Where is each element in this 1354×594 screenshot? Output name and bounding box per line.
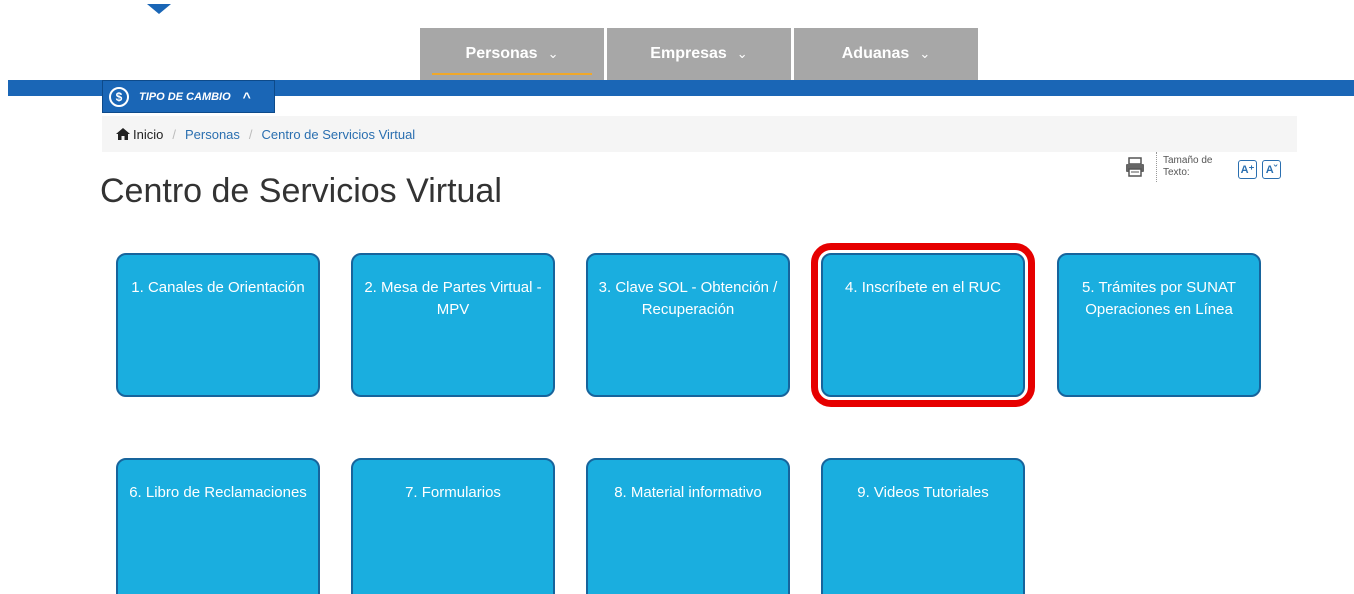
home-icon: [116, 128, 130, 140]
tab-personas[interactable]: Personas ⌄: [420, 28, 604, 80]
breadcrumb-personas-link[interactable]: Personas: [185, 127, 240, 142]
card-libro-reclamaciones[interactable]: 6. Libro de Reclamaciones: [116, 458, 320, 594]
card-tramites-sunat[interactable]: 5. Trámites por SUNAT Operaciones en Lín…: [1057, 253, 1261, 397]
tab-label: Aduanas: [841, 45, 910, 62]
chevron-down-icon[interactable]: [147, 4, 171, 14]
breadcrumb: Inicio / Personas / Centro de Servicios …: [102, 116, 1297, 152]
chevron-up-icon: ^: [242, 88, 251, 105]
tab-aduanas[interactable]: Aduanas ⌄: [794, 28, 978, 80]
chevron-down-icon: ⌄: [736, 46, 748, 61]
tab-label: Personas: [465, 45, 538, 62]
card-inscribete-ruc[interactable]: 4. Inscríbete en el RUC: [811, 243, 1035, 407]
print-icon[interactable]: [1124, 156, 1146, 178]
breadcrumb-separator: /: [248, 126, 253, 142]
card-canales-orientacion[interactable]: 1. Canales de Orientación: [116, 253, 320, 397]
main-nav: Personas ⌄ Empresas ⌄ Aduanas ⌄: [420, 28, 978, 80]
card-formularios[interactable]: 7. Formularios: [351, 458, 555, 594]
breadcrumb-current-link[interactable]: Centro de Servicios Virtual: [262, 127, 416, 142]
card-clave-sol[interactable]: 3. Clave SOL - Obtención / Recuperación: [586, 253, 790, 397]
card-material-informativo[interactable]: 8. Material informativo: [586, 458, 790, 594]
chevron-down-icon: ⌄: [919, 46, 931, 61]
tab-empresas[interactable]: Empresas ⌄: [607, 28, 791, 80]
tipo-de-cambio-toggle[interactable]: $ TIPO DE CAMBIO ^: [102, 80, 275, 113]
card-videos-tutoriales[interactable]: 9. Videos Tutoriales: [821, 458, 1025, 594]
decrease-text-button[interactable]: Aˇ: [1262, 160, 1281, 179]
increase-text-button[interactable]: A⁺: [1238, 160, 1257, 179]
tipo-de-cambio-label: TIPO DE CAMBIO: [139, 90, 231, 103]
page-tools: Tamaño de Texto: A⁺ Aˇ: [1124, 152, 1281, 182]
card-mesa-de-partes[interactable]: 2. Mesa de Partes Virtual - MPV: [351, 253, 555, 397]
chevron-down-icon: ⌄: [547, 46, 559, 61]
dollar-icon: $: [109, 86, 129, 107]
divider: [1156, 152, 1157, 182]
breadcrumb-separator: /: [172, 126, 176, 142]
text-size-label: Tamaño de Texto:: [1163, 155, 1213, 178]
tab-label: Empresas: [650, 45, 727, 62]
breadcrumb-home-link[interactable]: Inicio: [133, 127, 163, 142]
page-title: Centro de Servicios Virtual: [100, 172, 502, 210]
